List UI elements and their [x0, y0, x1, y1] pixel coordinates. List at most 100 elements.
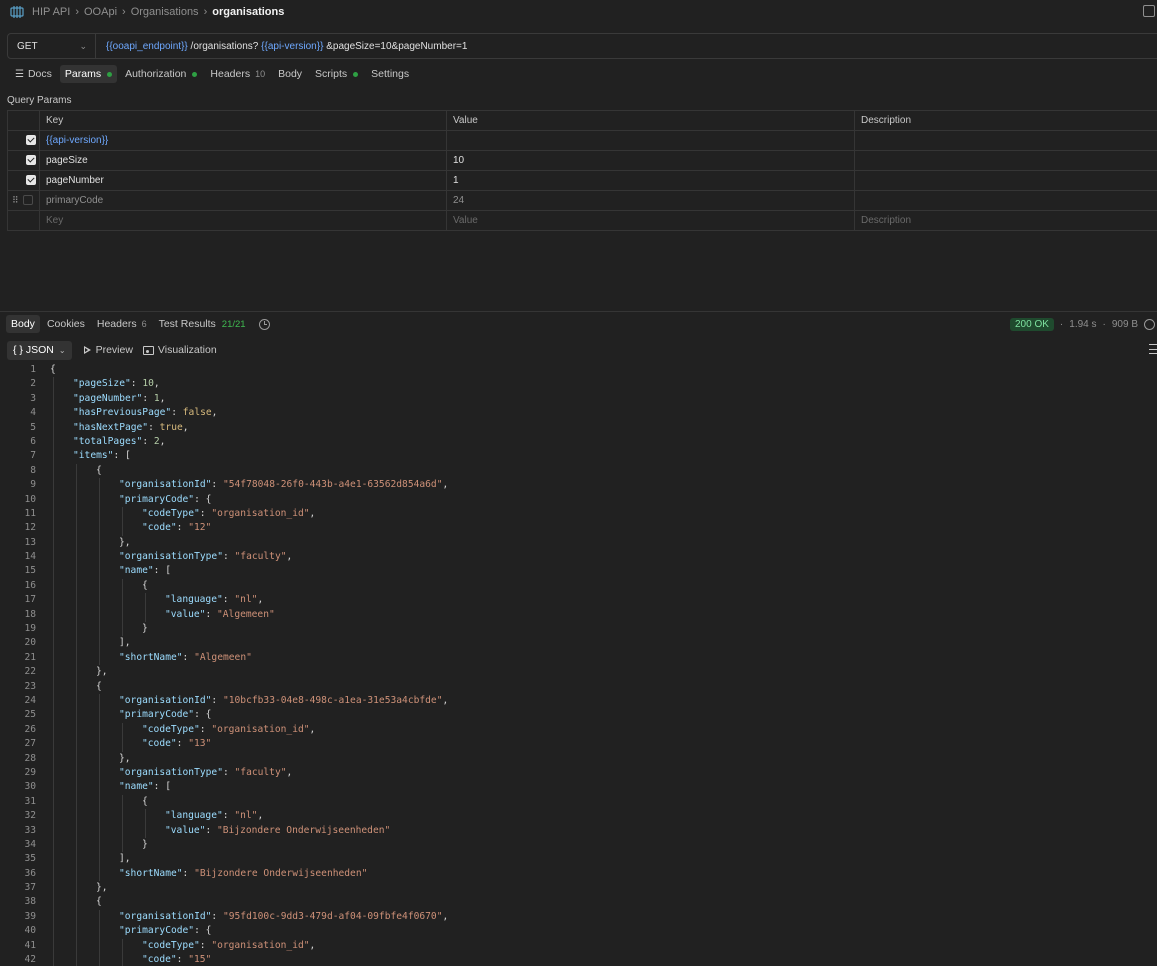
response-body-code[interactable]: 1{2 "pageSize": 10, 3 "pageNumber": 1, 4 "has… [0, 363, 1157, 966]
code-line: 2 "pageSize": 10, [0, 377, 1157, 392]
param-checkbox[interactable] [26, 135, 36, 146]
breadcrumb-item-hip-api[interactable]: HIP API [32, 6, 70, 18]
code-token: "Algemeen" [194, 651, 252, 663]
indent-guide [122, 809, 123, 824]
url-input[interactable]: {{ooapi_endpoint}} /organisations? {{api… [96, 41, 467, 52]
tab-docs[interactable]: ☰ Docs [10, 65, 57, 83]
code-line: 10 "primaryCode": { [0, 492, 1157, 507]
breadcrumb-item-ooapi[interactable]: OOApi [84, 6, 117, 18]
network-globe-icon[interactable] [1144, 318, 1155, 330]
param-checkbox[interactable] [26, 175, 36, 186]
param-value[interactable]: 10 [446, 150, 855, 171]
param-description[interactable] [854, 190, 1157, 211]
indent-guide [53, 693, 54, 709]
response-size[interactable]: 909 B [1112, 319, 1138, 330]
breadcrumb-item-organisations-folder[interactable]: Organisations [131, 6, 199, 18]
header-value: Value [446, 110, 855, 131]
indent-guide [53, 564, 54, 579]
request-title[interactable]: organisations [212, 6, 284, 18]
code-line: 26 "codeType": "organisation_id", [0, 722, 1157, 738]
code-token: "10bcfb33-04e8-498c-a1ea-31e53a4cbfde" [222, 694, 443, 706]
indent-guide [53, 434, 54, 450]
code-text: ], [36, 852, 131, 867]
code-token: , [442, 479, 449, 491]
indent-guide [53, 794, 54, 810]
status-badge[interactable]: 200 OK [1010, 317, 1054, 331]
history-icon[interactable] [258, 318, 270, 330]
code-token: "hasNextPage" [73, 421, 149, 433]
menu-icon[interactable] [1149, 344, 1157, 354]
indent-guide [99, 593, 100, 608]
indent-guide [53, 708, 54, 723]
format-select[interactable]: { } JSON ⌄ [7, 340, 72, 360]
code-token: : [222, 766, 235, 778]
line-number: 7 [30, 450, 36, 462]
response-tab-cookies[interactable]: Cookies [42, 315, 90, 333]
drag-handle-icon[interactable]: ⠿ [12, 195, 19, 206]
line-number: 36 [24, 867, 36, 879]
tab-label: Params [64, 68, 102, 80]
param-value[interactable]: 24 [446, 190, 855, 211]
param-checkbox[interactable] [22, 195, 33, 206]
param-key[interactable]: pageSize [39, 150, 447, 171]
param-description[interactable] [854, 130, 1157, 151]
tab-count: 6 [141, 319, 147, 329]
param-value[interactable] [446, 130, 855, 151]
tab-scripts[interactable]: Scripts [310, 65, 363, 83]
new-value-input[interactable]: Value [446, 210, 855, 231]
response-time[interactable]: 1.94 s [1069, 319, 1096, 330]
param-value[interactable]: 1 [446, 170, 855, 191]
tab-body[interactable]: Body [273, 65, 307, 83]
code-token: "code" [142, 738, 177, 750]
active-dot-icon [192, 71, 198, 77]
param-checkbox[interactable] [26, 155, 36, 166]
tab-params[interactable]: Params [59, 65, 118, 83]
code-text: "totalPages": 2, [36, 434, 165, 450]
new-description-input[interactable]: Description [854, 210, 1157, 231]
tab-authorization[interactable]: Authorization [120, 65, 202, 83]
code-text: "organisationType": "faculty", [36, 550, 292, 565]
indent-guide [53, 406, 54, 421]
indent-guide [76, 636, 77, 651]
indent-guide [122, 737, 123, 752]
param-key[interactable]: primaryCode [39, 190, 447, 211]
code-line: 32 "language": "nl", [0, 809, 1157, 824]
code-token: , [286, 766, 293, 778]
response-tab-headers[interactable]: Headers 6 [92, 315, 152, 333]
code-text: "hasNextPage": true, [36, 420, 189, 435]
code-line: 24 "organisationId": "10bcfb33-04e8-498c-… [0, 693, 1157, 709]
indent-guide [99, 693, 100, 709]
code-token: "name" [119, 565, 154, 577]
code-token: { [96, 464, 102, 476]
pane-divider[interactable] [0, 311, 1157, 312]
indent-guide [53, 780, 54, 795]
indent-guide [99, 535, 100, 551]
line-number: 11 [24, 507, 36, 519]
indent-guide [53, 852, 54, 867]
visualization-button[interactable]: Visualization [142, 344, 217, 356]
preview-button[interactable]: Preview [82, 344, 133, 356]
code-line: 18 "value": "Algemeen" [0, 607, 1157, 623]
response-tab-test-results[interactable]: Test Results 21/21 [154, 315, 251, 333]
param-description[interactable] [854, 170, 1157, 191]
separator-dot: · [1059, 318, 1064, 330]
code-token: ], [119, 637, 131, 649]
param-key[interactable]: pageNumber [39, 170, 447, 191]
new-key-input[interactable]: Key [39, 210, 447, 231]
indent-guide [53, 492, 54, 507]
method-select[interactable]: GET ⌄ [8, 34, 96, 58]
save-icon[interactable] [1143, 5, 1155, 17]
response-tab-body[interactable]: Body [6, 315, 40, 333]
tab-headers[interactable]: Headers 10 [205, 65, 270, 83]
indent-guide [53, 391, 54, 407]
tab-settings[interactable]: Settings [366, 65, 414, 83]
param-key[interactable]: {{api-version}} [39, 130, 447, 151]
indent-guide [122, 722, 123, 738]
code-token: "organisationType" [119, 551, 223, 563]
code-token: , [257, 594, 264, 606]
code-line: 42 "code": "15" [0, 953, 1157, 966]
param-row: {{api-version}} [7, 130, 1157, 151]
code-line: 3 "pageNumber": 1, [0, 391, 1157, 407]
param-description[interactable] [854, 150, 1157, 171]
indent-guide [122, 953, 123, 966]
